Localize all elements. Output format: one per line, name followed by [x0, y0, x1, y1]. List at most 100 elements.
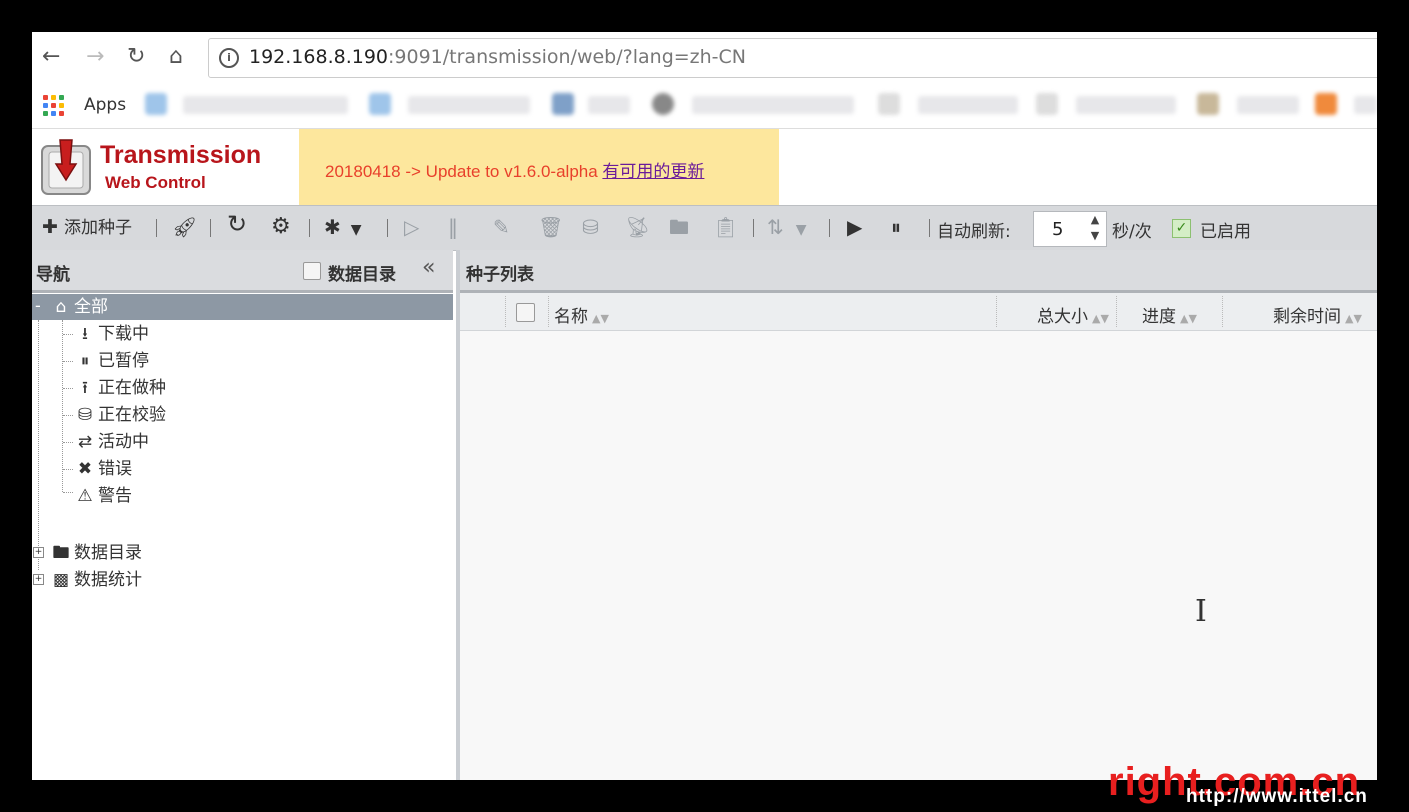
- apps-bookmark[interactable]: Apps: [84, 95, 126, 115]
- bookmark-blurred[interactable]: [1237, 96, 1299, 114]
- rocket-icon[interactable]: 🚀︎: [172, 215, 197, 239]
- plugin-menu-button[interactable]: ✱ ▼: [324, 215, 362, 242]
- tree-item-data-stats[interactable]: ▩ 数据统计: [50, 568, 142, 592]
- plus-icon: ✚: [42, 216, 58, 238]
- start-torrent-icon[interactable]: ▷: [404, 215, 419, 239]
- pause-all-icon[interactable]: ⏸︎: [891, 215, 901, 239]
- column-size[interactable]: 总大小 ▲▼: [1037, 302, 1109, 327]
- sort-arrows-icon: ▲▼: [592, 312, 609, 325]
- bookmark-blurred[interactable]: [918, 96, 1018, 114]
- tree-guide: [62, 320, 63, 492]
- pause-torrent-icon[interactable]: ‖: [448, 215, 458, 239]
- column-name[interactable]: 名称 ▲▼: [554, 302, 609, 327]
- tree-item-data-dirs[interactable]: 🖿︎ 数据目录: [50, 541, 143, 565]
- verify-icon: ⛁: [77, 405, 93, 425]
- tree-item-warning[interactable]: ⚠ 警告: [74, 484, 132, 508]
- refresh-interval-value[interactable]: 5: [1052, 219, 1063, 240]
- toolbar-divider: [210, 219, 211, 237]
- navigation-panel: 导航 数据目录 « - ⌂ 全部 ⭳ 下载中 ⏸︎ 已暂停 ⭱ 正在做种 ⛁ 正在校验 ⇄…: [32, 250, 453, 780]
- select-all-checkbox[interactable]: [516, 303, 535, 322]
- home-icon: ⌂: [55, 297, 67, 317]
- tree-item-paused[interactable]: ⏸︎ 已暂停: [74, 349, 149, 373]
- update-link[interactable]: 有可用的更新: [602, 162, 704, 181]
- data-dir-checkbox[interactable]: [303, 262, 321, 280]
- bookmark-icon[interactable]: [1197, 93, 1219, 115]
- change-location-icon[interactable]: 🖿︎: [669, 215, 689, 239]
- bookmark-icon[interactable]: [652, 93, 674, 115]
- trash-icon[interactable]: 🗑︎: [538, 215, 563, 239]
- toolbar-divider: [753, 219, 754, 237]
- add-torrent-button[interactable]: ✚ 添加种子: [42, 215, 132, 240]
- bookmarks-bar: Apps: [32, 82, 1377, 129]
- sort-arrows-icon: ▲▼: [1092, 312, 1109, 325]
- bookmark-icon[interactable]: [878, 93, 900, 115]
- apps-grid-icon[interactable]: [43, 95, 64, 116]
- bookmark-blurred[interactable]: [1354, 96, 1377, 114]
- chevron-down-icon: ▼: [795, 222, 807, 238]
- start-all-icon[interactable]: ▶︎: [847, 215, 862, 239]
- sort-arrows-icon: ▲▼: [1180, 312, 1197, 325]
- address-bar-row: ← → ↻ ⌂ i 192.168.8.190:9091/transmissio…: [32, 32, 1377, 82]
- tree-guide: [63, 361, 73, 362]
- tree-guide: [63, 415, 73, 416]
- reannounce-icon[interactable]: 📡︎: [625, 215, 650, 239]
- torrent-list-title: 种子列表: [466, 265, 534, 285]
- tree-item-error[interactable]: ✖ 错误: [74, 457, 132, 481]
- tree-item-active[interactable]: ⇄ 活动中: [74, 430, 149, 454]
- toolbar: ✚ 添加种子 🚀︎ ↻ ⚙ ✱ ▼ ▷ ‖ ✎ 🗑︎ ⛁ 📡︎ 🖿︎ 📋︎ ⇅ ▼ …: [32, 205, 1377, 251]
- bookmark-blurred[interactable]: [183, 96, 348, 114]
- rename-icon[interactable]: ✎: [493, 215, 510, 239]
- expand-plus-icon[interactable]: +: [33, 547, 44, 558]
- bookmark-blurred[interactable]: [588, 96, 630, 114]
- torrent-list-panel: 种子列表 名称 ▲▼ 总大小 ▲▼ 进度 ▲▼ 剩余时间 ▲▼: [460, 250, 1377, 780]
- column-divider: [1222, 296, 1223, 327]
- expand-plus-icon[interactable]: +: [33, 574, 44, 585]
- url-text: 192.168.8.190:9091/transmission/web/?lan…: [249, 46, 747, 68]
- sort-menu-button[interactable]: ⇅ ▼: [767, 215, 807, 242]
- bookmark-icon[interactable]: [1036, 93, 1058, 115]
- reload-icon[interactable]: ↻: [127, 44, 145, 70]
- bookmark-icon[interactable]: [1315, 93, 1337, 115]
- auto-refresh-label: 自动刷新:: [937, 222, 1011, 242]
- home-icon[interactable]: ⌂: [169, 44, 183, 70]
- refresh-unit-label: 秒/次: [1112, 222, 1152, 242]
- bookmark-icon[interactable]: [369, 93, 391, 115]
- bookmark-icon[interactable]: [552, 93, 574, 115]
- column-remaining-time[interactable]: 剩余时间 ▲▼: [1273, 302, 1362, 327]
- enabled-label: 已启用: [1200, 222, 1251, 242]
- info-icon[interactable]: i: [219, 48, 239, 68]
- tree-item-verifying[interactable]: ⛁ 正在校验: [74, 403, 166, 427]
- bookmark-icon[interactable]: [145, 93, 167, 115]
- verify-data-icon[interactable]: ⛁: [582, 215, 599, 239]
- bookmark-blurred[interactable]: [692, 96, 854, 114]
- auto-refresh-checkbox[interactable]: ✓: [1172, 219, 1191, 238]
- tree-guide: [63, 492, 73, 493]
- tree-item-downloading[interactable]: ⭳ 下载中: [74, 322, 149, 346]
- url-input[interactable]: i 192.168.8.190:9091/transmission/web/?l…: [208, 38, 1377, 78]
- back-arrow-icon[interactable]: ←: [42, 44, 60, 70]
- bookmark-blurred[interactable]: [408, 96, 530, 114]
- spinner-up-icon[interactable]: ▲: [1086, 213, 1104, 228]
- gear-icon[interactable]: ⚙: [271, 215, 291, 239]
- column-header-row: 名称 ▲▼ 总大小 ▲▼ 进度 ▲▼ 剩余时间 ▲▼: [460, 293, 1377, 331]
- column-divider: [505, 296, 506, 327]
- tree-item-all[interactable]: ⌂ 全部: [50, 295, 108, 319]
- nav-header: 导航 数据目录 «: [32, 250, 453, 293]
- collapse-panel-icon[interactable]: «: [422, 255, 435, 280]
- update-notice-text: 20180418 -> Update to v1.6.0-alpha 有可用的更…: [325, 162, 705, 181]
- collapse-minus-icon[interactable]: -: [35, 294, 41, 318]
- spinner-down-icon[interactable]: ▼: [1086, 229, 1104, 244]
- torrent-list-header: 种子列表: [460, 250, 1377, 293]
- logo-subtitle: Web Control: [105, 173, 206, 192]
- copy-info-icon[interactable]: 📋︎: [713, 215, 738, 239]
- tree-guide: [63, 388, 73, 389]
- tree-item-seeding[interactable]: ⭱ 正在做种: [74, 376, 166, 400]
- bookmark-blurred[interactable]: [1076, 96, 1176, 114]
- column-progress[interactable]: 进度 ▲▼: [1142, 302, 1197, 327]
- sort-arrows-icon: ▲▼: [1345, 312, 1362, 325]
- column-divider: [1116, 296, 1117, 327]
- forward-arrow-icon[interactable]: →: [86, 44, 104, 70]
- refresh-interval-spinner[interactable]: 5 ▲ ▼: [1033, 211, 1107, 247]
- refresh-icon[interactable]: ↻: [227, 212, 247, 236]
- pause-circle-icon: ⏸︎: [80, 351, 90, 371]
